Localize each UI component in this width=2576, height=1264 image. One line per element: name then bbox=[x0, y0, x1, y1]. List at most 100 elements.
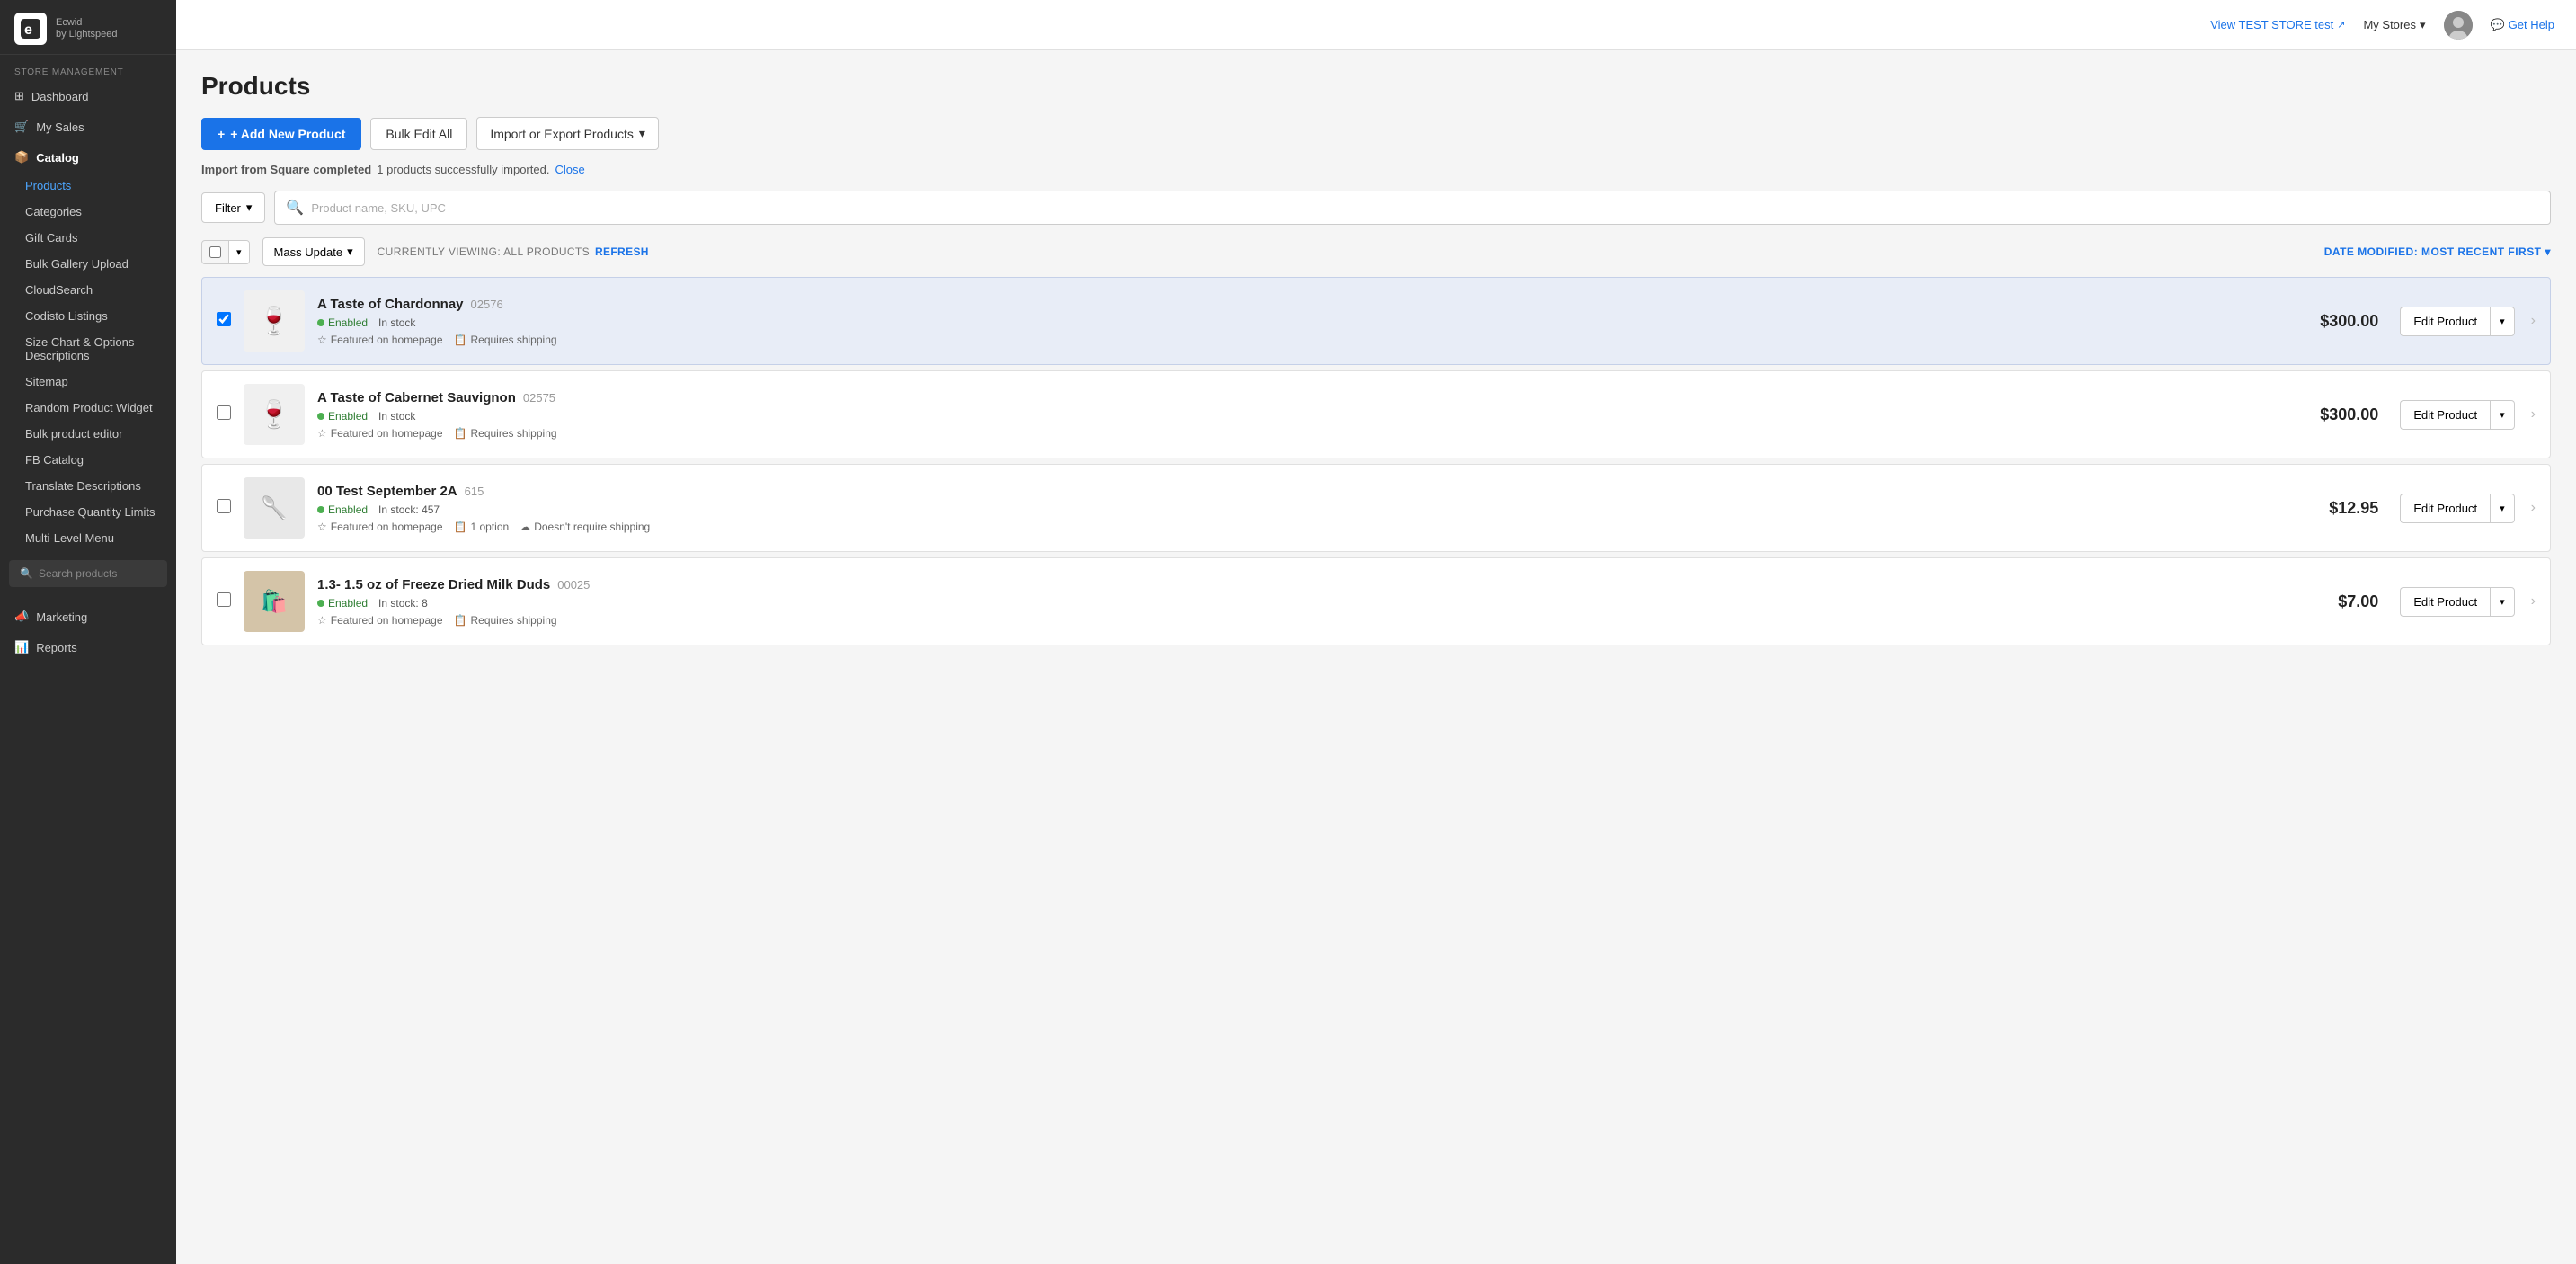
search-input[interactable] bbox=[39, 567, 156, 580]
sidebar-sub-item-sitemap[interactable]: Sitemap bbox=[0, 369, 176, 395]
product-search-box[interactable]: 🔍 bbox=[274, 191, 2551, 225]
product-status: Enabled bbox=[317, 597, 368, 610]
sidebar-sub-item-products[interactable]: Products bbox=[0, 173, 176, 199]
row-chevron-icon: › bbox=[2531, 593, 2536, 610]
edit-button-group: Edit Product ▾ bbox=[2400, 400, 2514, 430]
product-select-checkbox[interactable] bbox=[217, 405, 231, 420]
product-search-input[interactable] bbox=[311, 201, 2539, 215]
edit-product-button[interactable]: Edit Product bbox=[2400, 587, 2490, 617]
search-icon: 🔍 bbox=[286, 199, 304, 217]
avatar[interactable] bbox=[2444, 11, 2473, 40]
select-all-checkbox[interactable] bbox=[209, 246, 221, 258]
my-stores-dropdown[interactable]: My Stores ▾ bbox=[2363, 18, 2425, 32]
shipping-icon: 📋 bbox=[454, 614, 467, 627]
import-export-button[interactable]: Import or Export Products ▾ bbox=[476, 117, 659, 150]
edit-product-button[interactable]: Edit Product bbox=[2400, 307, 2490, 336]
refresh-link[interactable]: REFRESH bbox=[595, 245, 649, 258]
product-sku: 02575 bbox=[523, 391, 555, 405]
select-all-checkbox-group: ▾ bbox=[201, 240, 250, 264]
product-select-checkbox[interactable] bbox=[217, 312, 231, 326]
sidebar-sub-item-gift-cards[interactable]: Gift Cards bbox=[0, 225, 176, 251]
main-area: View TEST STORE test ↗ My Stores ▾ 💬 Get… bbox=[176, 0, 2576, 1264]
edit-product-caret[interactable]: ▾ bbox=[2490, 307, 2515, 336]
tag-shipping: 📋 Requires shipping bbox=[454, 334, 557, 346]
product-checkbox-2[interactable] bbox=[217, 405, 231, 424]
stock-label: In stock: 457 bbox=[378, 503, 440, 516]
topbar: View TEST STORE test ↗ My Stores ▾ 💬 Get… bbox=[176, 0, 2576, 50]
get-help-link[interactable]: 💬 Get Help bbox=[2491, 18, 2555, 32]
sidebar-sub-item-bulk-gallery[interactable]: Bulk Gallery Upload bbox=[0, 251, 176, 277]
ecwid-logo-icon: e bbox=[14, 13, 47, 45]
star-icon: ☆ bbox=[317, 521, 327, 533]
sidebar-sub-item-codisto[interactable]: Codisto Listings bbox=[0, 303, 176, 329]
filter-button[interactable]: Filter ▾ bbox=[201, 192, 265, 223]
product-price: $300.00 bbox=[2320, 405, 2378, 424]
sidebar-sub-item-random-widget[interactable]: Random Product Widget bbox=[0, 395, 176, 421]
sidebar-item-my-sales[interactable]: 🛒 My Sales bbox=[0, 111, 176, 142]
sidebar-logo: e Ecwid by Lightspeed bbox=[0, 0, 176, 55]
sidebar-sub-item-fb-catalog[interactable]: FB Catalog bbox=[0, 447, 176, 473]
table-row[interactable]: 🍷 A Taste of Cabernet Sauvignon 02575 En… bbox=[201, 370, 2551, 458]
reports-icon: 📊 bbox=[14, 640, 29, 654]
product-search-box[interactable]: 🔍 bbox=[9, 560, 167, 587]
sidebar-sub-item-size-chart[interactable]: Size Chart & Options Descriptions bbox=[0, 329, 176, 369]
chevron-down-icon: ▾ bbox=[347, 245, 353, 259]
product-select-checkbox[interactable] bbox=[217, 499, 231, 513]
product-image-2: 🍷 bbox=[244, 384, 305, 445]
edit-product-button[interactable]: Edit Product bbox=[2400, 494, 2490, 523]
product-info-2: A Taste of Cabernet Sauvignon 02575 Enab… bbox=[317, 390, 2307, 440]
product-status: Enabled bbox=[317, 410, 368, 423]
sidebar-item-marketing[interactable]: 📣 Marketing bbox=[0, 601, 176, 632]
bulk-edit-button[interactable]: Bulk Edit All bbox=[370, 118, 467, 150]
shipping-icon: 📋 bbox=[454, 427, 467, 440]
mass-update-button[interactable]: Mass Update ▾ bbox=[262, 237, 365, 266]
sidebar-sub-item-cloudsearch[interactable]: CloudSearch bbox=[0, 277, 176, 303]
product-select-checkbox[interactable] bbox=[217, 592, 231, 607]
product-image-3: 🥄 bbox=[244, 477, 305, 539]
edit-product-caret[interactable]: ▾ bbox=[2490, 494, 2515, 523]
product-sku: 615 bbox=[465, 485, 484, 498]
product-thumbnail-icon: 🥄 bbox=[261, 495, 288, 521]
product-tags: ☆ Featured on homepage 📋 1 option ☁ Does… bbox=[317, 521, 2316, 533]
sidebar-item-reports[interactable]: 📊 Reports bbox=[0, 632, 176, 663]
brand-name: Ecwid by Lightspeed bbox=[56, 17, 118, 40]
sidebar-sub-item-categories[interactable]: Categories bbox=[0, 199, 176, 225]
edit-product-caret[interactable]: ▾ bbox=[2490, 587, 2515, 617]
view-store-link[interactable]: View TEST STORE test ↗ bbox=[2210, 18, 2345, 31]
status-dot-icon bbox=[317, 506, 324, 513]
option-icon: 📋 bbox=[454, 521, 467, 533]
sales-icon: 🛒 bbox=[14, 120, 29, 134]
star-icon: ☆ bbox=[317, 334, 327, 346]
product-checkbox-3[interactable] bbox=[217, 499, 231, 518]
tag-featured: ☆ Featured on homepage bbox=[317, 614, 443, 627]
tag-featured: ☆ Featured on homepage bbox=[317, 521, 443, 533]
row-chevron-icon: › bbox=[2531, 406, 2536, 423]
table-row[interactable]: 🍷 A Taste of Chardonnay 02576 Enabled In… bbox=[201, 277, 2551, 365]
edit-product-caret[interactable]: ▾ bbox=[2490, 400, 2515, 430]
sidebar-sub-item-multi-menu[interactable]: Multi-Level Menu bbox=[0, 525, 176, 551]
star-icon: ☆ bbox=[317, 614, 327, 627]
toolbar: + + Add New Product Bulk Edit All Import… bbox=[201, 117, 2551, 150]
table-row[interactable]: 🥄 00 Test September 2A 615 Enabled In st… bbox=[201, 464, 2551, 552]
sidebar-sub-item-translate[interactable]: Translate Descriptions bbox=[0, 473, 176, 499]
stock-label: In stock bbox=[378, 316, 415, 329]
edit-button-group: Edit Product ▾ bbox=[2400, 587, 2514, 617]
product-info-1: A Taste of Chardonnay 02576 Enabled In s… bbox=[317, 297, 2307, 346]
content-area: Products + + Add New Product Bulk Edit A… bbox=[176, 50, 2576, 1264]
checkbox-caret-button[interactable]: ▾ bbox=[228, 241, 249, 263]
sidebar-item-dashboard[interactable]: ⊞ Dashboard bbox=[0, 81, 176, 111]
stock-label: In stock bbox=[378, 410, 415, 423]
product-checkbox-1[interactable] bbox=[217, 312, 231, 331]
chevron-down-icon: ▾ bbox=[2420, 18, 2426, 32]
add-product-button[interactable]: + + Add New Product bbox=[201, 118, 361, 150]
tag-shipping: 📋 Requires shipping bbox=[454, 614, 557, 627]
edit-product-button[interactable]: Edit Product bbox=[2400, 400, 2490, 430]
sidebar-item-catalog[interactable]: 📦 Catalog bbox=[0, 142, 176, 173]
sort-button[interactable]: DATE MODIFIED: MOST RECENT FIRST ▾ bbox=[2324, 245, 2551, 258]
sidebar-sub-item-purchase-limits[interactable]: Purchase Quantity Limits bbox=[0, 499, 176, 525]
sidebar-sub-item-bulk-editor[interactable]: Bulk product editor bbox=[0, 421, 176, 447]
filter-bar: Filter ▾ 🔍 bbox=[201, 191, 2551, 225]
table-row[interactable]: 🛍️ 1.3- 1.5 oz of Freeze Dried Milk Duds… bbox=[201, 557, 2551, 645]
product-checkbox-4[interactable] bbox=[217, 592, 231, 611]
import-close-link[interactable]: Close bbox=[555, 163, 584, 176]
